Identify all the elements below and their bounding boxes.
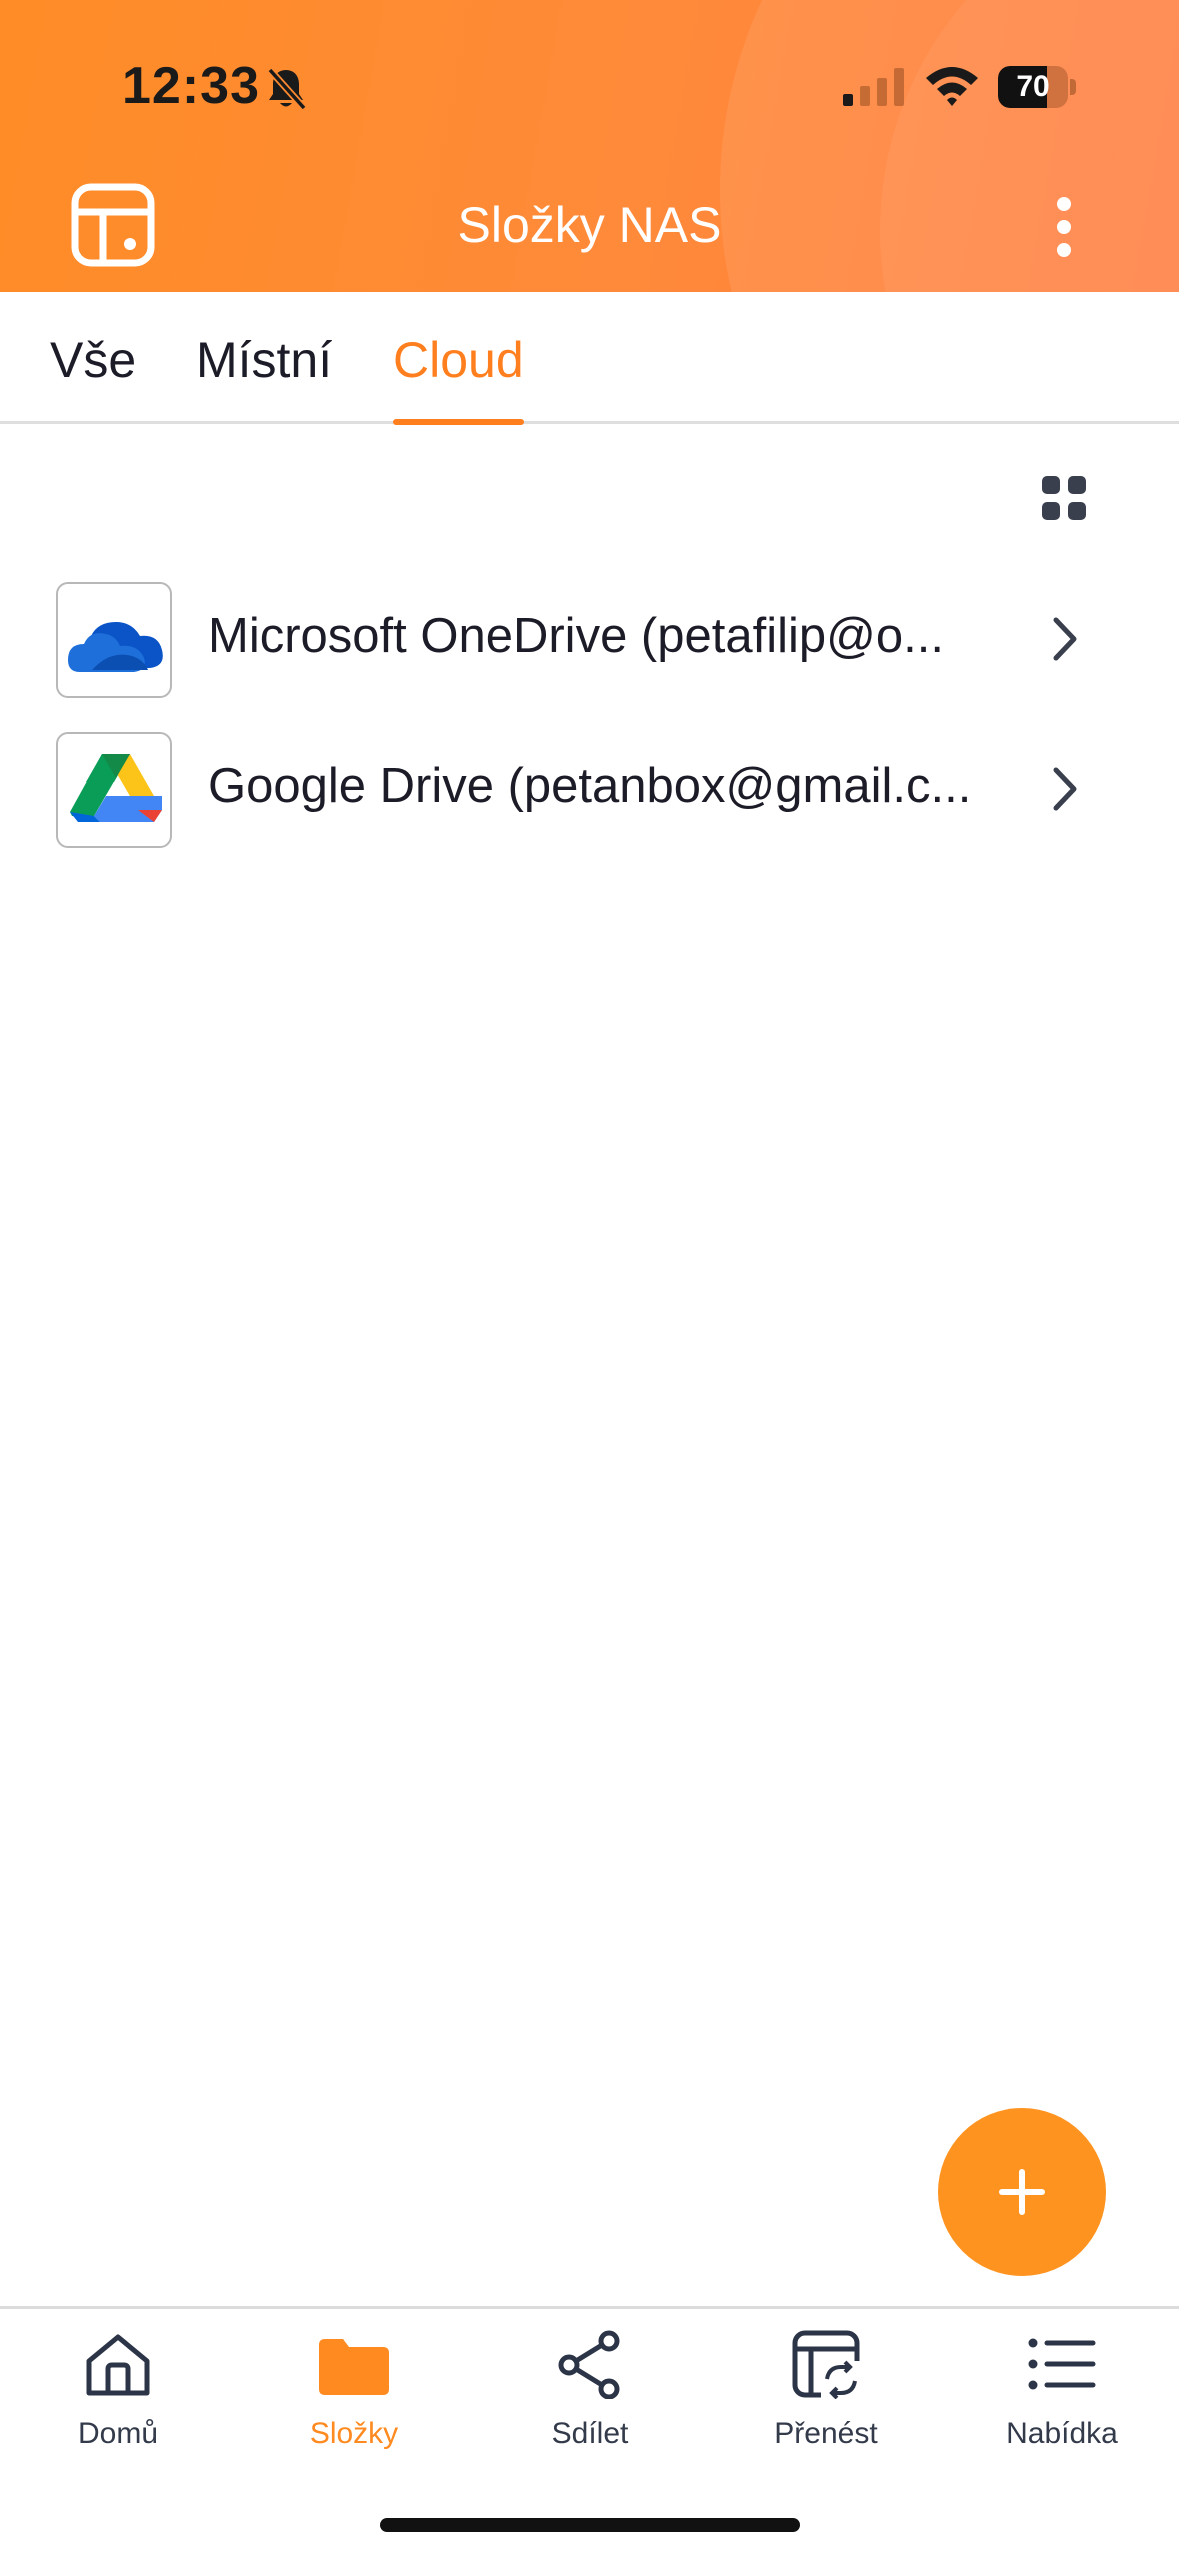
nav-share[interactable]: Sdílet <box>472 2309 708 2479</box>
nav-home-label: Domů <box>77 2417 159 2450</box>
home-icon <box>86 2334 150 2396</box>
menu-list-icon <box>1028 2338 1096 2390</box>
nav-share-label: Sdílet <box>551 2417 629 2450</box>
more-vertical-icon[interactable] <box>1040 196 1088 260</box>
status-time: 12:33 <box>122 57 260 115</box>
battery-level: 70 <box>1016 70 1050 103</box>
plus-icon <box>999 2169 1045 2215</box>
google-drive-logo <box>56 732 172 848</box>
nav-menu-label: Nabídka <box>1006 2417 1118 2450</box>
app-header: 12:33 70 Složky NAS <box>0 0 1179 292</box>
add-button[interactable] <box>938 2108 1106 2276</box>
chevron-right-icon <box>1053 767 1077 811</box>
tab-all[interactable]: Vše <box>50 292 136 424</box>
battery-nub <box>1070 79 1076 95</box>
nav-folders[interactable]: Složky <box>236 2309 472 2479</box>
chevron-right-icon <box>1053 617 1077 661</box>
transfer-icon <box>792 2330 861 2399</box>
cloud-item-onedrive[interactable]: Microsoft OneDrive (petafilip@o... <box>0 570 1179 710</box>
cloud-item-label: Microsoft OneDrive (petafilip@o... <box>208 609 944 663</box>
folder-icon <box>319 2339 389 2395</box>
tab-cloud[interactable]: Cloud <box>393 292 524 425</box>
tab-local[interactable]: Místní <box>196 292 332 424</box>
home-indicator[interactable] <box>380 2518 800 2532</box>
cellular-signal-icon <box>843 68 904 106</box>
battery-indicator: 70 <box>998 66 1076 108</box>
nav-transfer-label: Přenést <box>774 2417 878 2450</box>
nav-transfer[interactable]: Přenést <box>708 2309 944 2479</box>
page-title: Složky NAS <box>457 197 722 253</box>
grid-view-icon[interactable] <box>1040 474 1088 522</box>
cloud-item-label: Google Drive (petanbox@gmail.c... <box>208 759 972 813</box>
nav-home[interactable]: Domů <box>0 2309 236 2479</box>
google-drive-triangle-icon <box>70 754 162 822</box>
onedrive-logo <box>56 582 172 698</box>
filter-tabs: Vše Místní Cloud <box>0 292 1179 425</box>
bell-slash-icon <box>267 67 307 111</box>
onedrive-cloud-icon <box>68 622 163 672</box>
share-icon <box>558 2330 620 2399</box>
wifi-icon <box>926 67 978 106</box>
cloud-item-google-drive[interactable]: Google Drive (petanbox@gmail.c... <box>0 720 1179 860</box>
nav-menu[interactable]: Nabídka <box>944 2309 1179 2479</box>
nav-folders-label: Složky <box>309 2417 399 2450</box>
